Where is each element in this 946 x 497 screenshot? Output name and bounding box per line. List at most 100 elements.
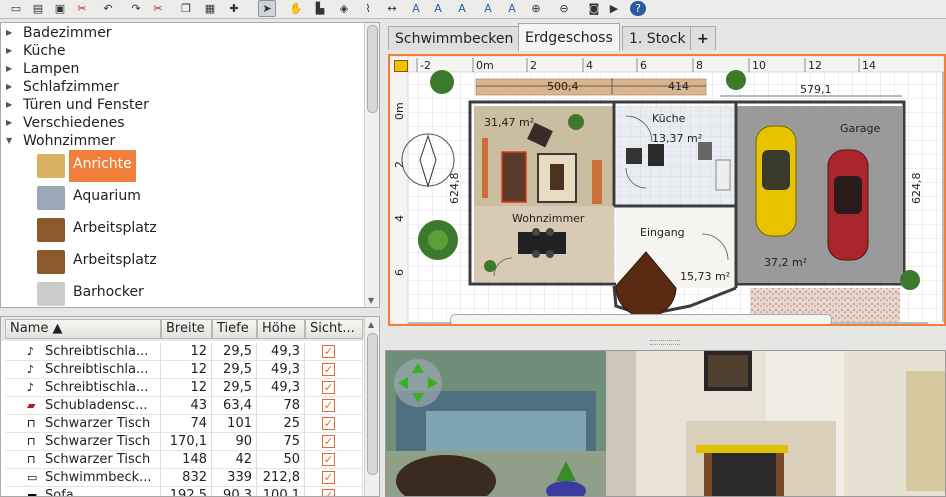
cell-height: 49,3 [257,379,305,397]
catalog-category-2[interactable]: ▶ Lampen [1,60,367,78]
increase-text-icon[interactable]: A [430,1,446,16]
table-row[interactable]: Schwimmbeck... 832 339 212,8 ▭ ✓ [1,469,367,487]
collapsed-arrow-icon[interactable]: ▶ [6,42,12,60]
view-splitter[interactable] [388,338,946,346]
furniture-catalog-tree[interactable]: ▶ Badezimmer ▶ Küche ▶ Lampen ▶ Schlafzimmer ▶ Tü… [0,22,380,308]
create-dimensions-icon[interactable]: ↔ [384,1,400,16]
collapsed-arrow-icon[interactable]: ▶ [6,114,12,132]
cell-depth: 90 [212,433,257,451]
catalog-category-1[interactable]: ▶ Küche [1,42,367,60]
catalog-item[interactable]: Barhocker [1,278,367,307]
visibility-checkbox[interactable]: ✓ [322,399,335,412]
add-furniture-icon[interactable]: ✚ [226,1,242,16]
3d-view[interactable] [385,350,946,497]
level-tab-1[interactable]: Erdgeschoss [518,23,620,51]
select-icon[interactable]: ➤ [258,0,276,17]
column-header-2[interactable]: Tiefe [212,319,257,339]
decrease-text-icon[interactable]: A [454,1,470,16]
new-icon[interactable]: ▭ [8,1,24,16]
level-tab-0[interactable]: Schwimmbecken [388,26,521,50]
lamp-icon: ♪ [27,363,35,376]
furniture-list-table[interactable]: Name ▲ Breite Tiefe Höhe Sicht... Schreibtis… [0,316,380,497]
cut-tools-icon[interactable]: ✂ [74,1,90,16]
room-name-label: Küche [652,112,686,125]
add-text-icon[interactable]: A [408,1,424,16]
visibility-checkbox[interactable]: ✓ [322,363,335,376]
scroll-down-arrow-icon[interactable]: ▼ [368,296,374,305]
visibility-checkbox[interactable]: ✓ [322,345,335,358]
zoom-in-icon[interactable]: ⊕ [528,1,544,16]
level-tabs: Schwimmbecken Erdgeschoss 1. Stock + [388,22,946,52]
visibility-checkbox[interactable]: ✓ [322,471,335,484]
plan-horizontal-scrollbar[interactable] [450,314,832,324]
scroll-up-arrow-icon[interactable]: ▲ [368,320,374,329]
paste-icon[interactable]: ▦ [202,1,218,16]
catalog-item[interactable]: Aquarium [1,182,367,214]
italic-text-icon[interactable]: A [504,1,520,16]
collapsed-arrow-icon[interactable]: ▶ [6,96,12,114]
table-row[interactable]: Sofa 192,5 90,3 100,1 ▬ ✓ [1,487,367,496]
lock-base-plan-icon[interactable] [394,60,408,72]
catalog-category-0[interactable]: ▶ Badezimmer [1,24,367,42]
table-row[interactable]: Schwarzer Tisch 170,1 90 75 ⊓ ✓ [1,433,367,451]
catalog-item[interactable]: Arbeitsplatz [1,214,367,246]
table-row[interactable]: Schreibtischla... 12 29,5 49,3 ♪ ✓ [1,361,367,379]
visibility-checkbox[interactable]: ✓ [322,435,335,448]
cut-icon[interactable]: ✂ [150,1,166,16]
cell-width: 12 [161,343,212,361]
create-polylines-icon[interactable]: ⌇ [360,1,376,16]
table-row[interactable]: Schubladensc... 43 63,4 78 ▰ ✓ [1,397,367,415]
cell-depth: 42 [212,451,257,469]
catalog-category-3[interactable]: ▶ Schlafzimmer [1,78,367,96]
zoom-out-icon[interactable]: ⊖ [556,1,572,16]
table-row[interactable]: Schwarzer Tisch 74 101 25 ⊓ ✓ [1,415,367,433]
pan-icon[interactable]: ✋ [288,1,304,16]
drawer-icon: ▰ [27,399,36,412]
add-level-button[interactable]: + [690,26,716,50]
catalog-category-5[interactable]: ▶ Verschiedenes [1,114,367,132]
catalog-category-6[interactable]: ▼ Wohnzimmer [1,132,367,150]
table-row[interactable]: Schreibtischla... 12 29,5 49,3 ♪ ✓ [1,343,367,361]
photo-icon[interactable]: ◙ [586,1,602,16]
collapsed-arrow-icon[interactable]: ▶ [6,24,12,42]
redo-icon[interactable]: ↷ [128,1,144,16]
cell-visible: ✓ [305,379,363,397]
furniture-list-scrollbar[interactable]: ▲ [364,317,379,496]
catalog-item[interactable]: Anrichte [1,150,367,182]
create-walls-icon[interactable]: ▙ [312,1,328,16]
save-icon[interactable]: ▣ [52,1,68,16]
cell-height: 49,3 [257,343,305,361]
visibility-checkbox[interactable]: ✓ [322,381,335,394]
column-header-0[interactable]: Name ▲ [5,319,161,339]
level-tab-2[interactable]: 1. Stock [622,26,693,50]
expanded-arrow-icon[interactable]: ▼ [6,132,12,150]
catalog-item[interactable]: Arbeitsplatz [1,246,367,278]
help-icon[interactable]: ? [630,1,646,16]
collapsed-arrow-icon[interactable]: ▶ [6,60,12,78]
collapsed-arrow-icon[interactable]: ▶ [6,78,12,96]
visibility-checkbox[interactable]: ✓ [322,453,335,466]
catalog-scrollbar-thumb[interactable] [367,25,378,113]
catalog-scrollbar[interactable]: ▼ [364,23,379,307]
visibility-checkbox[interactable]: ✓ [322,417,335,430]
pool-icon: ▭ [27,471,38,484]
3d-view-canvas[interactable] [386,351,946,497]
create-rooms-icon[interactable]: ◈ [336,1,352,16]
catalog-category-4[interactable]: ▶ Türen und Fenster [1,96,367,114]
column-header-3[interactable]: Höhe [257,319,305,339]
column-header-1[interactable]: Breite [161,319,212,339]
table-row[interactable]: Schreibtischla... 12 29,5 49,3 ♪ ✓ [1,379,367,397]
table-row[interactable]: Schwarzer Tisch 148 42 50 ⊓ ✓ [1,451,367,469]
floor-plan-view[interactable]: -2 0m 2 4 6 8 10 12 14 0m 2 4 6 500,4 414 579,1 [388,54,946,326]
open-icon[interactable]: ▤ [30,1,46,16]
copy-icon[interactable]: ❐ [178,1,194,16]
visibility-checkbox[interactable]: ✓ [322,489,335,496]
floor-plan-canvas[interactable]: -2 0m 2 4 6 8 10 12 14 0m 2 4 6 500,4 414 579,1 [390,56,944,324]
undo-icon[interactable]: ↶ [100,1,116,16]
column-header-4[interactable]: Sicht... [305,319,363,339]
bold-text-icon[interactable]: A [480,1,496,16]
cell-width: 43 [161,397,212,415]
furniture-list-scrollbar-thumb[interactable] [367,333,378,475]
cell-depth: 29,5 [212,379,257,397]
video-icon[interactable]: ▶ [606,1,622,16]
